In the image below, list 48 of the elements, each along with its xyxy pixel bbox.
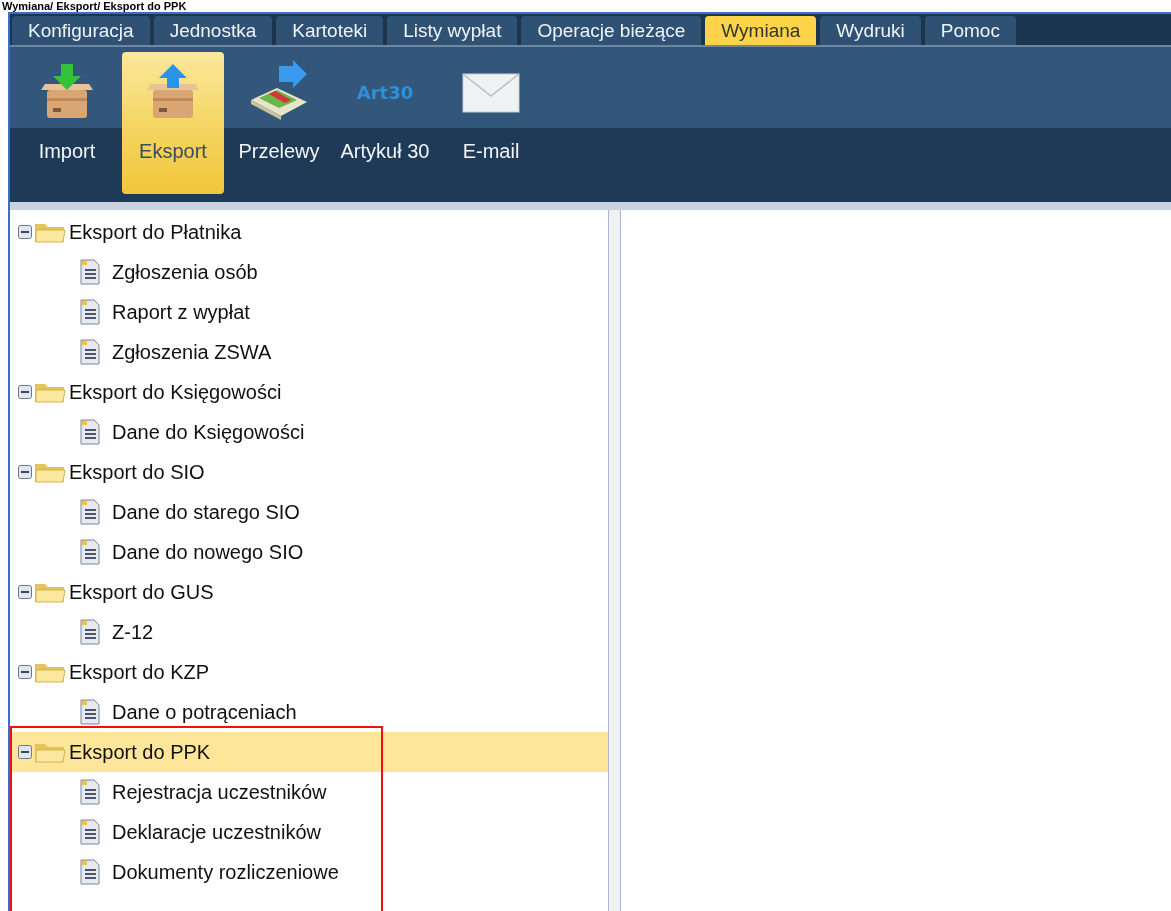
- menu-tab[interactable]: Konfiguracja: [12, 16, 150, 45]
- collapse-icon[interactable]: [18, 385, 32, 399]
- tree-item[interactable]: Deklaracje uczestników: [12, 812, 608, 852]
- menu-tab[interactable]: Wymiana: [705, 16, 817, 45]
- tree-item[interactable]: Eksport do SIO: [12, 452, 608, 492]
- document-icon: [80, 299, 100, 325]
- tree-item[interactable]: Rejestracja uczestników: [12, 772, 608, 812]
- document-icon: [80, 499, 100, 525]
- menu-tab[interactable]: Pomoc: [924, 16, 1016, 45]
- tree-item[interactable]: Eksport do Księgowości: [12, 372, 608, 412]
- document-icon: [80, 779, 100, 805]
- toolbar-button[interactable]: Przelewy: [228, 52, 330, 194]
- toolbar-button[interactable]: Import: [16, 52, 118, 194]
- document-icon: [80, 619, 100, 645]
- toolbar-button[interactable]: Art30 Artykuł 30: [334, 52, 436, 194]
- menu-tab[interactable]: Jednostka: [153, 16, 273, 45]
- menu-tab[interactable]: Wydruki: [820, 16, 921, 45]
- collapse-icon[interactable]: [18, 465, 32, 479]
- tree-item[interactable]: Raport z wypłat: [12, 292, 608, 332]
- tree-item[interactable]: Dokumenty rozliczeniowe: [12, 852, 608, 892]
- tree-item[interactable]: Eksport do KZP: [12, 652, 608, 692]
- tree-item[interactable]: Z-12: [12, 612, 608, 652]
- breadcrumb: Wymiana/ Eksport/ Eksport do PPK: [1, 1, 188, 12]
- menu-tab[interactable]: Listy wypłat: [387, 16, 518, 45]
- tree-item[interactable]: Zgłoszenia ZSWA: [12, 332, 608, 372]
- document-icon: [80, 699, 100, 725]
- toolbar-button[interactable]: Eksport: [122, 52, 224, 194]
- menu-tab[interactable]: Kartoteki: [276, 16, 384, 45]
- document-icon: [80, 819, 100, 845]
- document-icon: [80, 539, 100, 565]
- tree-item[interactable]: Eksport do GUS: [12, 572, 608, 612]
- tree-item[interactable]: Dane do starego SIO: [12, 492, 608, 532]
- document-icon: [80, 419, 100, 445]
- collapse-icon[interactable]: [18, 745, 32, 759]
- collapse-icon[interactable]: [18, 665, 32, 679]
- toolbar-button[interactable]: E-mail: [440, 52, 542, 194]
- document-icon: [80, 339, 100, 365]
- document-icon: [80, 859, 100, 885]
- menu-tab[interactable]: Operacje bieżące: [521, 16, 702, 45]
- tree-item[interactable]: Dane o potrąceniach: [12, 692, 608, 732]
- tree-item[interactable]: Dane do nowego SIO: [12, 532, 608, 572]
- tree-item[interactable]: Zgłoszenia osób: [12, 252, 608, 292]
- document-icon: [80, 259, 100, 285]
- tree-item[interactable]: Dane do Księgowości: [12, 412, 608, 452]
- collapse-icon[interactable]: [18, 585, 32, 599]
- tree-item[interactable]: Eksport do PPK: [12, 732, 608, 772]
- tree-item[interactable]: Eksport do Płatnika: [12, 212, 608, 252]
- collapse-icon[interactable]: [18, 225, 32, 239]
